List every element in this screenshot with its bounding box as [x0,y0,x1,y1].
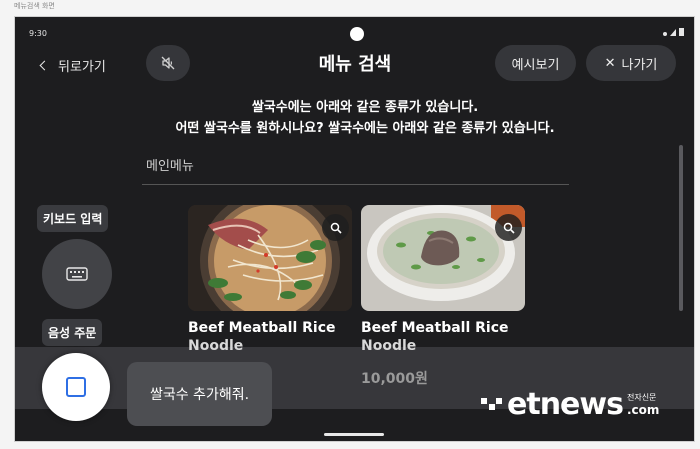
kiosk-screen: 9:30 뒤로가기 메뉴 검색 예시보기 ✕ 나가기 쌀국수에는 아래와 같은 … [14,16,695,442]
zoom-button[interactable] [495,214,522,241]
prompt-line-1: 쌀국수에는 아래와 같은 종류가 있습니다. [251,100,479,115]
prompt-line-2: 어떤 쌀국수를 원하시나요? 쌀국수에는 아래와 같은 종류가 있습니다. [175,121,555,136]
dot-icon [663,32,667,36]
menu-item-name: Beef Meatball Rice [361,320,509,336]
camera-dot [350,27,364,41]
etnews-watermark: etnews 전자신문 .com [481,387,659,422]
etnews-domain: .com [626,402,660,417]
signal-icon [670,29,676,36]
voice-transcript: 쌀국수 추가해줘. [127,362,272,426]
etnews-tagline: 전자신문 [626,392,657,402]
home-indicator[interactable] [324,433,384,436]
status-time: 9:30 [29,29,47,38]
menu-item-image [188,205,352,311]
back-button[interactable]: 뒤로가기 [39,50,106,80]
etnews-logo-mark [481,397,502,410]
screenshot-caption: 메뉴검색 화면 [14,2,55,10]
keyboard-input-button[interactable] [42,239,112,309]
search-icon [330,222,342,234]
exit-button[interactable]: ✕ 나가기 [586,45,676,81]
back-label: 뒤로가기 [58,59,106,75]
scrollbar[interactable] [679,145,683,311]
close-icon: ✕ [604,55,616,71]
keyboard-input-label: 키보드 입력 [37,205,109,232]
section-title: 메인메뉴 [142,155,569,185]
menu-item-card[interactable]: Beef Meatball Rice [188,205,352,339]
assistant-prompt: 쌀국수에는 아래와 같은 종류가 있습니다. 어떤 쌀국수를 원하시나요? 쌀국… [75,97,655,139]
voice-order-button[interactable] [42,353,110,421]
exit-label: 나가기 [621,57,658,73]
chevron-left-icon [39,60,50,71]
etnews-logo: etnews [507,387,624,422]
search-icon [503,222,515,234]
speaker-muted-icon [161,56,175,70]
zoom-button[interactable] [322,214,349,241]
battery-icon [679,28,684,36]
stop-icon [66,377,86,397]
menu-item-price: 10,000원 [361,371,428,387]
preview-button[interactable]: 예시보기 [495,45,576,81]
voice-order-label: 음성 주문 [42,319,103,346]
status-icons [663,28,684,36]
menu-item-name-cont: Noodle [188,338,244,354]
menu-item-card[interactable]: Beef Meatball Rice [361,205,525,339]
page-title: 메뉴 검색 [318,54,392,75]
menu-item-image [361,205,525,311]
menu-item-name: Beef Meatball Rice [188,320,336,336]
keyboard-icon [66,267,88,281]
menu-item-name-cont: Noodle [361,338,417,354]
mute-button[interactable] [146,45,190,81]
